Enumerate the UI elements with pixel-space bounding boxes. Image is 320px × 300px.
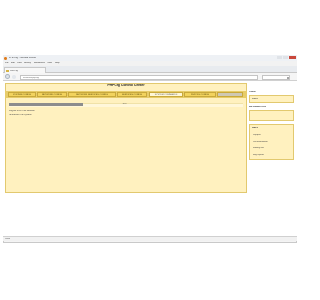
tab-system-commands[interactable]: SYSTEM COMMANDS <box>149 92 183 97</box>
menu-view[interactable]: View <box>17 62 22 64</box>
menu-bookmarks[interactable]: Bookmarks <box>34 62 45 64</box>
content-header-bar <box>9 103 83 106</box>
browser-icon <box>4 56 7 60</box>
sidebar-information-title: INFORMATION <box>249 106 266 108</box>
search-input[interactable] <box>262 74 290 80</box>
menu-help[interactable]: Help <box>55 62 60 64</box>
menu-tools[interactable]: Tools <box>47 62 52 64</box>
tab-services-config[interactable]: SERVICES CONFIG <box>117 92 147 97</box>
tab-network-services-config[interactable]: NETWORK SERVICES CONFIG <box>68 92 116 97</box>
search-icon <box>287 76 289 79</box>
minimize-button[interactable] <box>277 56 282 59</box>
page-title: PHPCfg Control Center <box>107 84 145 87</box>
url-text: localhost/phpcfg/ <box>23 76 40 79</box>
tab-system-config[interactable]: SYSTEM CONFIG <box>8 92 36 97</box>
tab-title: PHPCfg <box>10 69 18 72</box>
tab-phpcfg-config[interactable]: PHPCFG CONFIG <box>184 92 216 97</box>
content-header-label: EXIT <box>122 103 128 105</box>
tab-bar <box>3 66 297 73</box>
tab-network-config[interactable]: NETWORK CONFIG <box>37 92 67 97</box>
sidebar-user-box: admin <box>249 95 294 103</box>
sidebar-user-value: admin <box>252 98 258 100</box>
sidebar-help-box: HELP Support Documentation Mailing lists… <box>249 124 294 160</box>
menu-history[interactable]: History <box>24 62 31 64</box>
logout-link[interactable]: Logout from this session <box>9 110 69 113</box>
sidebar-user-title: USER <box>249 91 256 93</box>
help-item-documentation[interactable]: Documentation <box>253 141 268 143</box>
address-bar[interactable]: localhost/phpcfg/ <box>20 74 258 80</box>
window-title: PHPCfg - Mozilla Firefox <box>9 56 37 59</box>
help-item-mailing-lists[interactable]: Mailing lists <box>253 147 264 149</box>
menu-file[interactable]: File <box>5 62 9 64</box>
back-icon[interactable] <box>5 74 10 79</box>
help-item-support[interactable]: Support <box>253 134 261 136</box>
shutdown-link[interactable]: Shutdown the system <box>9 114 69 117</box>
menu-edit[interactable]: Edit <box>11 62 15 64</box>
status-bar: Done <box>3 236 297 241</box>
sidebar-information-box <box>249 110 294 121</box>
close-button[interactable] <box>289 56 296 59</box>
maximize-button[interactable] <box>283 56 288 59</box>
main-panel <box>5 83 247 193</box>
tab-extra[interactable] <box>217 92 243 97</box>
status-text: Done <box>5 238 11 240</box>
forward-icon[interactable] <box>12 75 16 79</box>
sidebar-help-title: HELP <box>252 127 259 129</box>
help-item-bug-reports[interactable]: Bug reports <box>253 154 264 156</box>
page-favicon-icon <box>6 69 9 72</box>
